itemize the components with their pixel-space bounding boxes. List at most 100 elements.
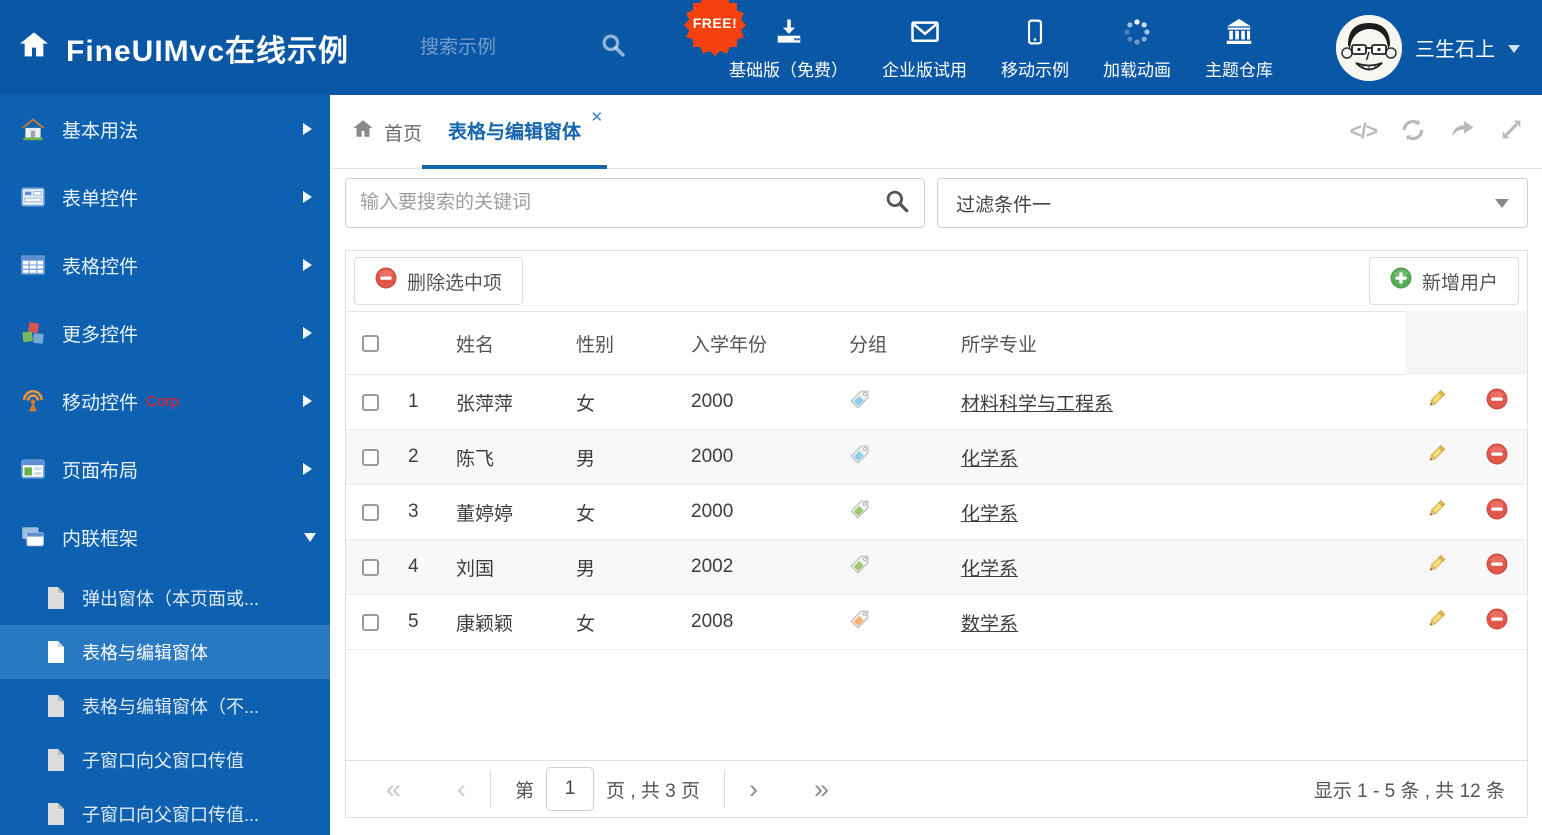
sidebar-item-grid-controls[interactable]: 表格控件 <box>0 231 330 299</box>
close-icon[interactable]: ✕ <box>590 108 603 126</box>
delete-row-icon[interactable] <box>1486 443 1508 471</box>
row-checkbox[interactable] <box>361 503 379 521</box>
sidebar-subitem-grid-edit-window[interactable]: 表格与编辑窗体 <box>0 625 330 679</box>
chevron-down-icon <box>1495 198 1509 208</box>
major-link[interactable]: 化学系 <box>961 449 1018 470</box>
app-logo[interactable]: FineUIMvc在线示例 <box>18 0 349 95</box>
major-link[interactable]: 化学系 <box>961 559 1018 580</box>
tab-grid-edit-window[interactable]: 表格与编辑窗体 ✕ <box>422 95 608 169</box>
filter-row: 过滤条件一 <box>345 178 1528 228</box>
frames-icon <box>20 524 46 550</box>
file-icon <box>46 640 66 664</box>
expand-icon[interactable] <box>1499 117 1524 147</box>
cell-year: 2002 <box>691 556 734 577</box>
row-index: 1 <box>408 391 419 412</box>
nav-mobile-examples[interactable]: 移动示例 <box>984 0 1086 95</box>
delete-selected-label: 删除选中项 <box>407 272 503 294</box>
sidebar-item-more-controls[interactable]: 更多控件 <box>0 299 330 367</box>
page-label-prefix: 第 <box>515 780 535 802</box>
cell-gender: 男 <box>576 448 596 470</box>
layout-icon <box>20 456 46 482</box>
column-header-year[interactable]: 入学年份 <box>681 330 841 357</box>
sidebar-subitem-child-to-parent[interactable]: 子窗口向父窗口传值 <box>0 733 330 787</box>
cell-gender: 女 <box>576 503 596 525</box>
edit-pencil-icon[interactable] <box>1425 443 1447 471</box>
column-header-group[interactable]: 分组 <box>841 330 951 357</box>
sidebar-item-label: 内联框架 <box>62 528 139 550</box>
sidebar-item-basic-usage[interactable]: 基本用法 <box>0 95 330 163</box>
sidebar-subitem-grid-edit-window-2[interactable]: 表格与编辑窗体（不... <box>0 679 330 733</box>
delete-row-icon[interactable] <box>1486 498 1508 526</box>
nav-label: 主题仓库 <box>1205 60 1273 80</box>
delete-row-icon[interactable] <box>1486 608 1508 636</box>
prev-page-button[interactable]: ‹ <box>457 775 466 803</box>
cell-year: 2000 <box>691 391 734 412</box>
column-header-name[interactable]: 姓名 <box>446 330 566 357</box>
column-header-gender[interactable]: 性别 <box>566 330 681 357</box>
pagination-bar: « ‹ 第 页 , 共 3 页 › » 显示 1 - 5 条 , 共 12 条 <box>346 760 1527 817</box>
delete-row-icon[interactable] <box>1486 553 1508 581</box>
home-icon <box>18 29 50 66</box>
major-link[interactable]: 数学系 <box>961 614 1018 635</box>
header-search-input[interactable] <box>420 36 550 59</box>
add-user-label: 新增用户 <box>1421 272 1498 294</box>
share-icon[interactable] <box>1449 117 1476 148</box>
refresh-icon[interactable] <box>1400 117 1426 148</box>
nav-label: 企业版试用 <box>882 60 967 80</box>
page-number-input[interactable] <box>546 767 595 811</box>
tab-home[interactable]: 首页 <box>352 95 422 169</box>
sidebar-item-iframe[interactable]: 内联框架 <box>0 503 330 571</box>
nav-enterprise-trial[interactable]: 企业版试用 <box>865 0 984 95</box>
select-all-checkbox[interactable] <box>361 334 379 352</box>
add-user-button[interactable]: 新增用户 <box>1368 257 1519 305</box>
row-checkbox[interactable] <box>361 613 379 631</box>
sidebar-item-mobile-controls[interactable]: 移动控件 Corp. <box>0 367 330 435</box>
sidebar-item-form-controls[interactable]: 表单控件 <box>0 163 330 231</box>
nav-loading-animations[interactable]: 加载动画 <box>1086 0 1188 95</box>
edit-pencil-icon[interactable] <box>1425 608 1447 636</box>
file-icon <box>46 748 66 772</box>
nav-basic-edition[interactable]: 基础版（免费） <box>712 0 865 95</box>
major-link[interactable]: 化学系 <box>961 504 1018 525</box>
sidebar-subitem-child-to-parent-2[interactable]: 子窗口向父窗口传值... <box>0 787 330 835</box>
edit-pencil-icon[interactable] <box>1425 388 1447 416</box>
user-menu[interactable]: 三生石上 <box>1336 0 1520 95</box>
edit-pencil-icon[interactable] <box>1425 553 1447 581</box>
row-checkbox[interactable] <box>361 448 379 466</box>
table-row[interactable]: 4 刘国 男 2002 化学系 <box>346 540 1527 595</box>
sidebar-item-page-layout[interactable]: 页面布局 <box>0 435 330 503</box>
next-page-button[interactable]: › <box>749 775 758 803</box>
sidebar-subitem-label: 表格与编辑窗体（不... <box>82 697 260 717</box>
search-icon[interactable] <box>884 188 910 219</box>
last-page-button[interactable]: » <box>814 775 829 803</box>
keyword-search-input[interactable] <box>360 192 884 214</box>
edit-pencil-icon[interactable] <box>1425 498 1447 526</box>
table-row[interactable]: 1 张萍萍 女 2000 材料科学与工程系 <box>346 375 1527 430</box>
sidebar-item-label: 表单控件 <box>62 188 139 210</box>
sidebar-subitem-label: 弹出窗体（本页面或... <box>82 589 260 609</box>
nav-theme-store[interactable]: 主题仓库 <box>1188 0 1290 95</box>
sidebar-subitem-popup-window[interactable]: 弹出窗体（本页面或... <box>0 571 330 625</box>
cell-year: 2008 <box>691 611 734 632</box>
first-page-button[interactable]: « <box>386 775 401 803</box>
tag-icon <box>849 445 870 470</box>
table-row[interactable]: 5 康颖颖 女 2008 数学系 <box>346 595 1527 650</box>
row-checkbox[interactable] <box>361 393 379 411</box>
search-icon[interactable] <box>600 32 626 63</box>
sidebar-item-label: 移动控件 <box>62 392 139 414</box>
tag-icon <box>849 555 870 580</box>
table-row[interactable]: 2 陈飞 男 2000 化学系 <box>346 430 1527 485</box>
delete-row-icon[interactable] <box>1486 388 1508 416</box>
source-code-icon[interactable]: </> <box>1350 120 1378 144</box>
table-row[interactable]: 3 董婷婷 女 2000 化学系 <box>346 485 1527 540</box>
row-index: 3 <box>408 501 419 522</box>
column-header-major[interactable]: 所学专业 <box>951 330 1405 357</box>
major-link[interactable]: 材料科学与工程系 <box>961 394 1113 415</box>
corp-badge: Corp. <box>146 392 183 410</box>
filter-dropdown[interactable]: 过滤条件一 <box>937 178 1528 228</box>
delete-selected-button[interactable]: 删除选中项 <box>354 257 524 305</box>
home-colored-icon <box>20 116 46 142</box>
envelope-icon <box>908 15 942 47</box>
nav-label: 基础版（免费） <box>729 60 848 80</box>
row-checkbox[interactable] <box>361 558 379 576</box>
